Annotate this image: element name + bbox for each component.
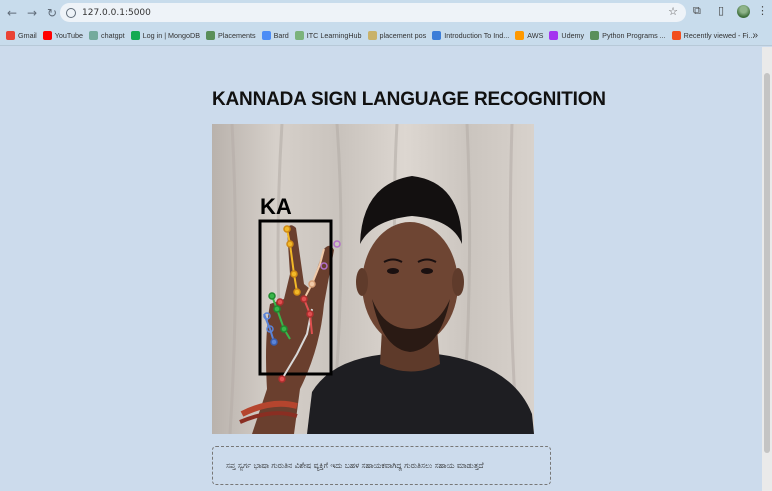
bookmark-favicon-icon xyxy=(549,30,559,40)
bookmark-item[interactable]: Python Programs ... xyxy=(590,30,666,40)
bookmark-item[interactable]: chatgpt xyxy=(89,30,125,40)
bookmark-label: ITC LearningHub xyxy=(306,30,362,40)
bookmark-favicon-icon xyxy=(130,30,140,40)
bookmark-item[interactable]: Recently viewed - Fi... xyxy=(671,30,755,40)
scrollbar[interactable] xyxy=(762,47,772,491)
bookmark-item[interactable]: Gmail xyxy=(6,30,37,40)
bookmark-label: Udemy xyxy=(561,30,585,40)
bookmark-item[interactable]: placement pos xyxy=(367,30,427,40)
page-title: KANNADA SIGN LANGUAGE RECOGNITION xyxy=(212,89,606,110)
bookmark-item[interactable]: YouTube xyxy=(42,30,84,40)
bookmark-item[interactable]: Log in | MongoDB xyxy=(130,30,201,40)
bookmark-label: chatgpt xyxy=(101,30,125,40)
side-panel-icon[interactable]: ▯ xyxy=(718,4,724,17)
address-bar[interactable]: 127.0.0.1:5000 ☆ xyxy=(60,3,686,22)
bookmark-favicon-icon xyxy=(206,30,216,40)
video-feed: KA xyxy=(212,124,534,434)
bookmark-item[interactable]: AWS xyxy=(515,30,544,40)
bookmark-favicon-icon xyxy=(261,30,271,40)
bookmark-favicon-icon xyxy=(671,30,681,40)
site-info-icon[interactable] xyxy=(66,7,76,18)
bookmark-label: Gmail xyxy=(18,30,37,40)
bookmark-label: Python Programs ... xyxy=(602,30,666,40)
detected-sign-label: KA xyxy=(260,194,292,219)
bookmark-label: placement pos xyxy=(379,30,427,40)
profile-avatar[interactable] xyxy=(737,5,750,18)
bookmark-favicon-icon xyxy=(367,30,377,40)
bookmark-favicon-icon xyxy=(432,30,442,40)
bookmark-label: Log in | MongoDB xyxy=(142,30,201,40)
bookmark-label: Recently viewed - Fi... xyxy=(683,30,755,40)
reload-icon[interactable]: ↻ xyxy=(44,5,60,21)
camera-frame-image xyxy=(212,124,534,434)
extensions-icon[interactable]: ⧉ xyxy=(693,4,701,18)
bookmark-favicon-icon xyxy=(590,30,600,40)
back-icon[interactable]: ← xyxy=(4,5,20,21)
result-box: ಸಪ್ತ ಸ್ವರ್ಗ ಭಾಷಾ ಗುರುತಿನ ವಿಶೇಷ ವ್ಯಕ್ತಿಗೆ… xyxy=(212,446,551,485)
bookmark-label: YouTube xyxy=(54,30,84,40)
bookmark-label: Placements xyxy=(218,30,256,40)
bookmark-favicon-icon xyxy=(42,30,52,40)
forward-icon[interactable]: → xyxy=(24,5,40,21)
bookmark-favicon-icon xyxy=(6,30,15,40)
bookmark-label: Bard xyxy=(273,30,289,40)
bookmark-favicon-icon xyxy=(294,30,304,40)
result-text: ಸಪ್ತ ಸ್ವರ್ಗ ಭಾಷಾ ಗುರುತಿನ ವಿಶೇಷ ವ್ಯಕ್ತಿಗೆ… xyxy=(226,460,484,470)
bookmark-item[interactable]: Udemy xyxy=(549,30,585,40)
bookmark-item[interactable]: Bard xyxy=(261,30,289,40)
bookmark-star-icon[interactable]: ☆ xyxy=(668,5,678,18)
scroll-thumb[interactable] xyxy=(764,73,770,453)
bookmark-item[interactable]: Introduction To Ind... xyxy=(432,30,510,40)
bookmark-favicon-icon xyxy=(515,30,525,40)
url-text[interactable]: 127.0.0.1:5000 xyxy=(82,8,151,18)
more-bookmarks-icon[interactable]: » xyxy=(752,30,758,41)
bookmark-label: AWS xyxy=(527,30,544,40)
menu-icon[interactable]: ⋮ xyxy=(757,4,768,17)
bookmark-label: Introduction To Ind... xyxy=(444,30,510,40)
bookmark-item[interactable]: ITC LearningHub xyxy=(294,30,362,40)
bookmarks-bar: Gmail YouTube chatgpt Log in | MongoDB Place… xyxy=(0,25,772,46)
bookmark-favicon-icon xyxy=(89,30,99,40)
bookmark-item[interactable]: Placements xyxy=(206,30,256,40)
